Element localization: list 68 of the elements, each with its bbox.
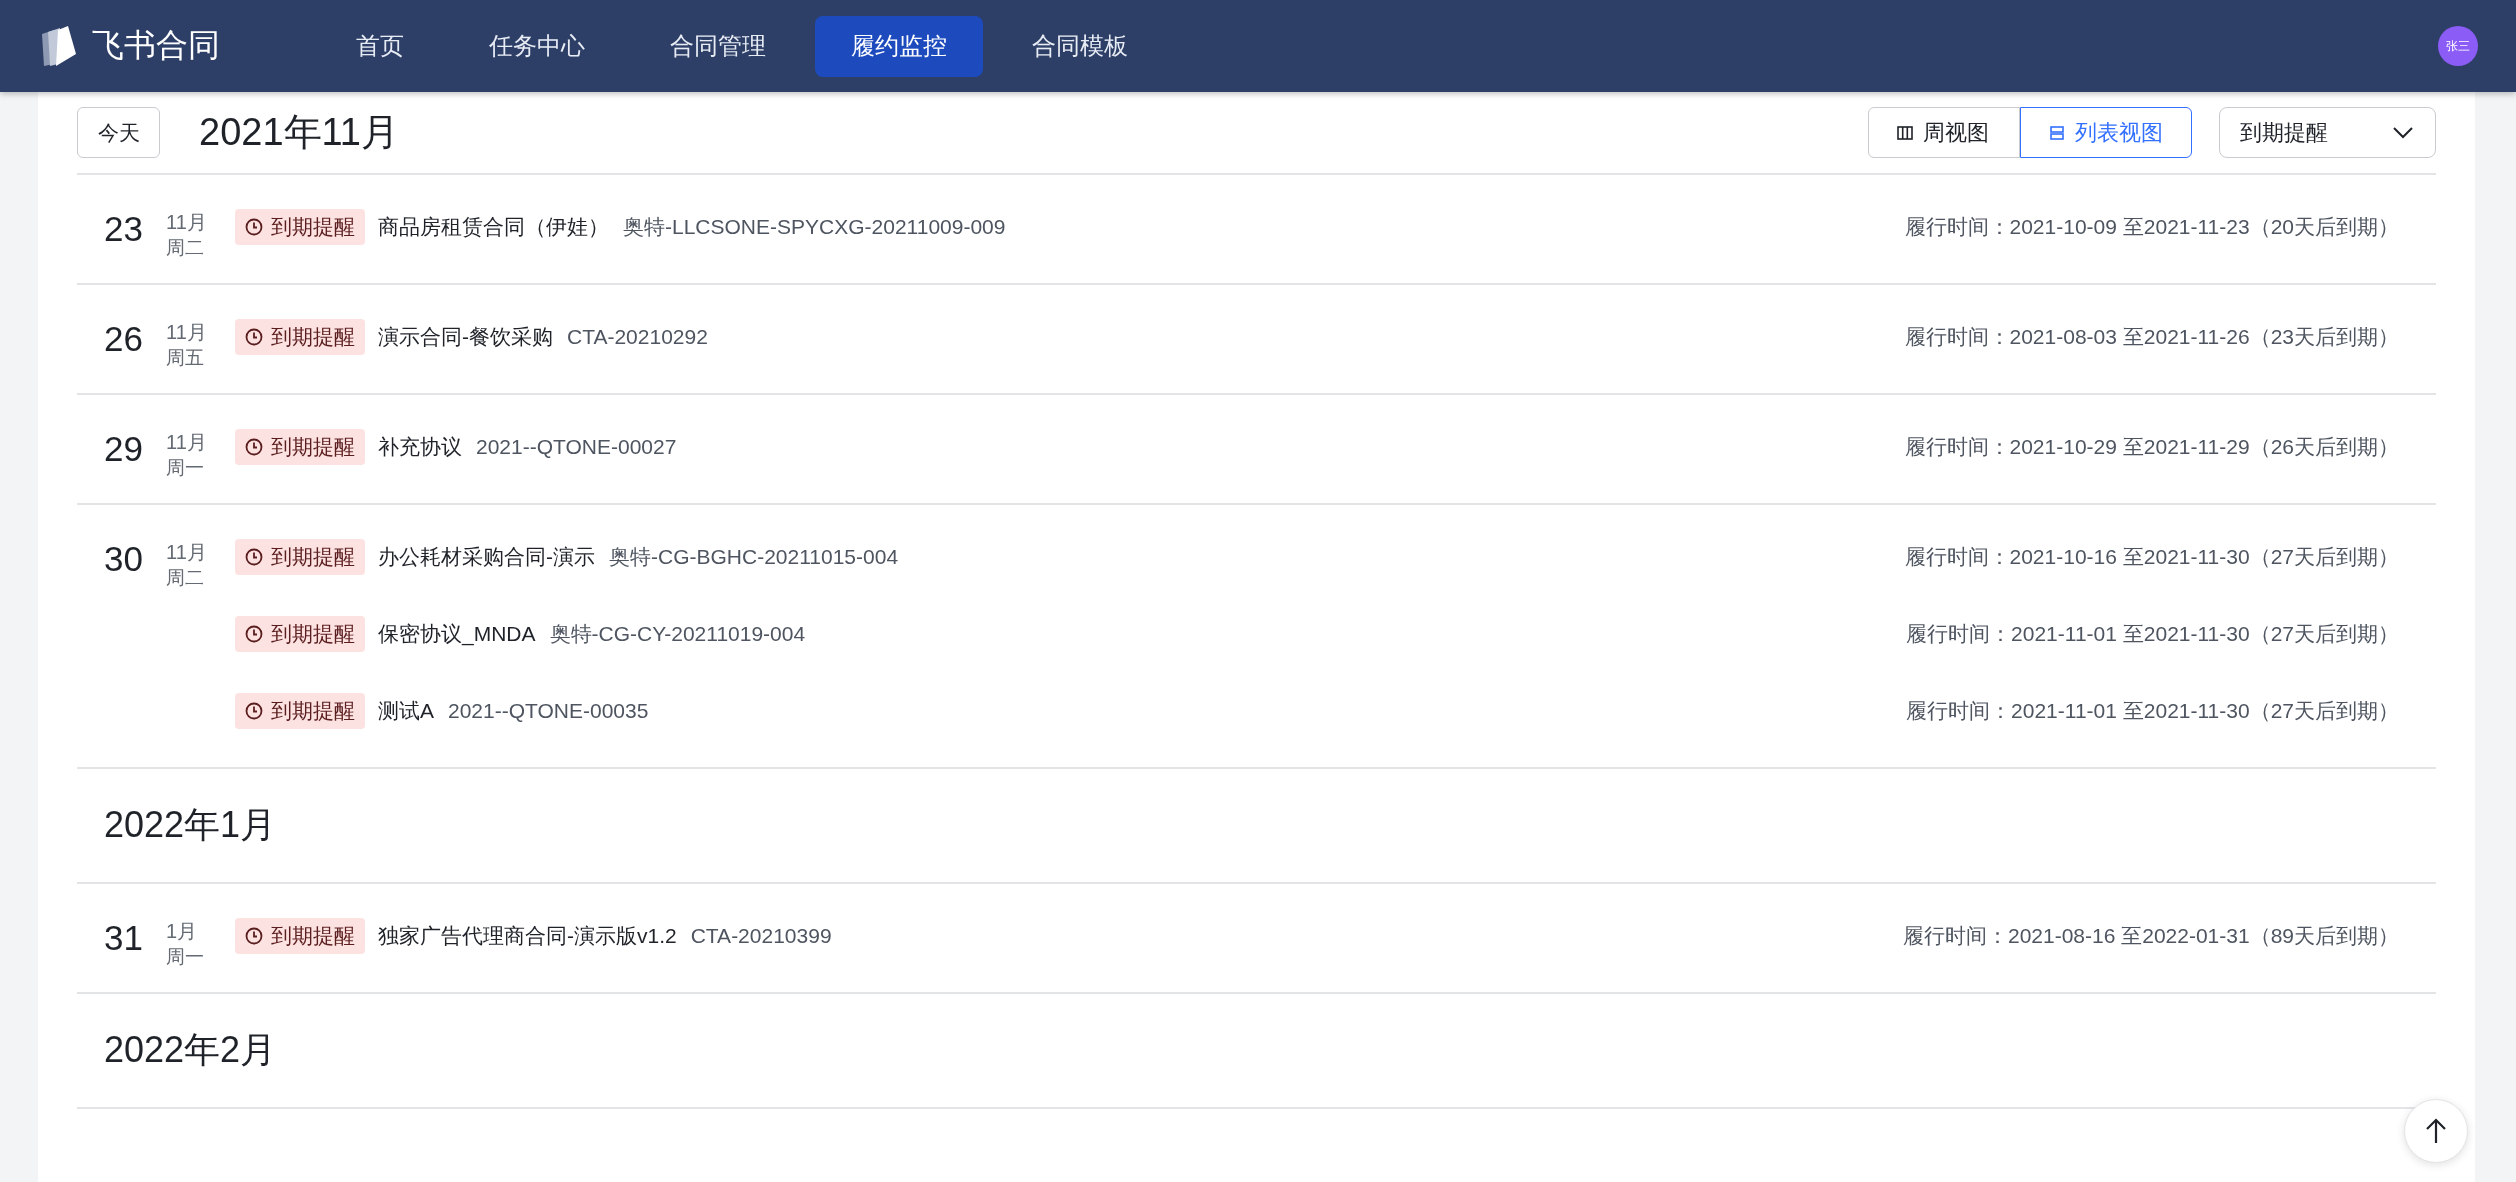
contract-code: 奥特-CG-BGHC-20211015-004 [609, 544, 899, 570]
contract-code: CTA-20210292 [567, 325, 708, 349]
filter-dropdown[interactable]: 到期提醒 [2219, 107, 2436, 158]
today-button[interactable]: 今天 [77, 107, 160, 158]
reminder-tag: 到期提醒 [235, 209, 365, 245]
contract-name[interactable]: 演示合同-餐饮采购 [378, 323, 553, 351]
contract-code: 奥特-CG-CY-20211019-004 [549, 621, 806, 647]
month-heading: 2022年1月 [104, 803, 277, 847]
weekday-label: 周五 [166, 346, 205, 370]
performance-period: 履行时间：2021-11-01 至2021-11-30（27天后到期） [1906, 621, 2399, 647]
contract-name[interactable]: 测试A [378, 697, 434, 725]
month-heading: 2022年2月 [104, 1028, 277, 1072]
list-icon [2049, 124, 2065, 141]
reminder-tag: 到期提醒 [235, 539, 365, 575]
month-label: 11月 [166, 540, 208, 565]
day-number: 31 [103, 918, 140, 959]
performance-period: 履行时间：2021-08-16 至2022-01-31（89天后到期） [1902, 923, 2399, 949]
contract-name[interactable]: 商品房租赁合同（伊娃） [378, 213, 609, 241]
month-label: 11月 [166, 320, 208, 345]
performance-period: 履行时间：2021-08-03 至2021-11-26（23天后到期） [1904, 324, 2399, 350]
nav-tab[interactable]: 首页 [320, 15, 440, 77]
weekday-label: 周二 [166, 566, 205, 590]
contract-name[interactable]: 办公耗材采购合同-演示 [378, 543, 595, 571]
clock-icon [245, 438, 263, 456]
clock-icon [245, 218, 263, 236]
day-number: 26 [103, 319, 140, 360]
clock-icon [245, 702, 263, 720]
reminder-tag: 到期提醒 [235, 429, 365, 465]
contract-name[interactable]: 保密协议_MNDA [378, 620, 536, 648]
nav-tab[interactable]: 履约监控 [815, 15, 983, 77]
contract-code: CTA-20210399 [690, 924, 832, 948]
month-title: 2021年11月 [199, 110, 399, 155]
app-title: 飞书合同 [92, 26, 220, 65]
nav-tab[interactable]: 任务中心 [453, 15, 621, 77]
reminder-tag: 到期提醒 [235, 693, 365, 729]
performance-period: 履行时间：2021-10-29 至2021-11-29（26天后到期） [1904, 434, 2399, 460]
reminder-tag: 到期提醒 [235, 918, 365, 954]
chevron-down-icon [2393, 126, 2413, 139]
contract-name[interactable]: 独家广告代理商合同-演示版v1.2 [378, 922, 677, 950]
view-toggle-button[interactable]: 周视图 [1868, 107, 2020, 158]
reminder-tag: 到期提醒 [235, 319, 365, 355]
arrow-up-icon [2425, 1118, 2447, 1144]
month-label: 11月 [166, 430, 208, 455]
day-number: 29 [103, 429, 140, 470]
weekday-label: 周二 [166, 236, 205, 260]
user-avatar[interactable]: 张三 [2438, 26, 2478, 66]
day-number: 23 [103, 209, 140, 250]
day-number: 30 [103, 539, 140, 580]
contract-code: 奥特-LLCSONE-SPYCXG-20211009-009 [623, 214, 1006, 240]
clock-icon [245, 548, 263, 566]
performance-period: 履行时间：2021-10-16 至2021-11-30（27天后到期） [1904, 544, 2399, 570]
clock-icon [245, 625, 263, 643]
contract-name[interactable]: 补充协议 [378, 433, 462, 461]
month-label: 1月 [166, 919, 199, 944]
contract-code: 2021--QTONE-00027 [476, 435, 677, 459]
clock-icon [245, 328, 263, 346]
performance-period: 履行时间：2021-10-09 至2021-11-23（20天后到期） [1904, 214, 2399, 240]
month-label: 11月 [166, 210, 208, 235]
contract-code: 2021--QTONE-00035 [448, 699, 649, 723]
clock-icon [245, 927, 263, 945]
nav-tab[interactable]: 合同模板 [996, 15, 1164, 77]
weekday-label: 周一 [166, 945, 205, 969]
view-toggle-button[interactable]: 列表视图 [2020, 107, 2192, 158]
columns-icon [1897, 124, 1913, 141]
weekday-label: 周一 [166, 456, 205, 480]
nav-tab[interactable]: 合同管理 [634, 15, 802, 77]
performance-period: 履行时间：2021-11-01 至2021-11-30（27天后到期） [1906, 698, 2399, 724]
reminder-tag: 到期提醒 [235, 616, 365, 652]
